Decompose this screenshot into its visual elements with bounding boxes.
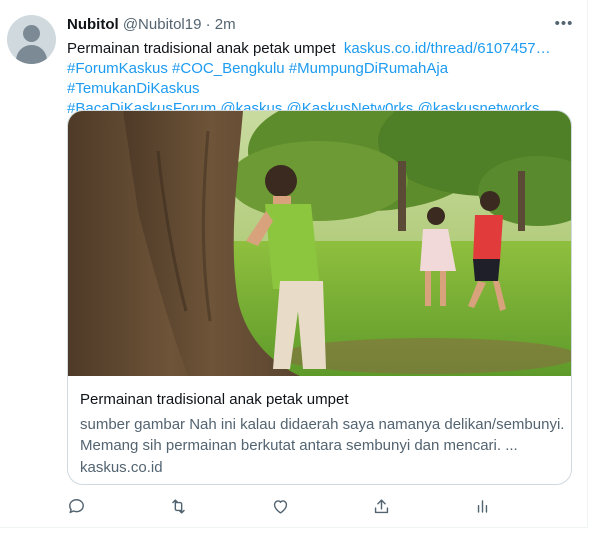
like-button[interactable] (268, 494, 292, 518)
hashtag[interactable]: #MumpungDiRumahAja (289, 60, 448, 77)
avatar[interactable] (7, 15, 56, 64)
like-icon (273, 499, 287, 514)
card-body: Permainan tradisional anak petak umpet s… (80, 390, 565, 478)
tweet-body-text: Permainan tradisional anak petak umpet (67, 40, 336, 57)
card-title: Permainan tradisional anak petak umpet (80, 391, 349, 408)
reply-icon (68, 498, 84, 513)
action-bar (0, 494, 588, 520)
avatar-body (16, 45, 47, 64)
reply-button[interactable] (64, 494, 88, 518)
analytics-icon (477, 499, 487, 513)
more-horizontal-icon[interactable]: ••• (553, 16, 575, 31)
card-description: sumber gambar Nah ini kalau didaerah say… (80, 416, 565, 454)
user-handle[interactable]: @Nubitol19 (123, 16, 202, 33)
hashtag[interactable]: #ForumKaskus (67, 60, 168, 77)
avatar-head (23, 25, 40, 42)
card-domain: kaskus.co.id (80, 459, 163, 476)
hashtag[interactable]: #TemukanDiKaskus (67, 80, 200, 97)
analytics-button[interactable] (470, 494, 494, 518)
link-card[interactable]: Permainan tradisional anak petak umpet s… (67, 110, 572, 485)
share-icon (374, 498, 388, 513)
card-image[interactable] (68, 111, 571, 376)
tweet-text: Permainan tradisional anak petak umpet k… (67, 39, 582, 119)
park-photo (68, 111, 571, 376)
separator-dot: · (205, 16, 211, 33)
tweet-header: Nubitol @Nubitol19 · 2m (67, 16, 236, 33)
retweet-icon (171, 498, 185, 514)
timestamp[interactable]: 2m (215, 16, 236, 33)
hashtag[interactable]: #COC_Bengkulu (172, 60, 285, 77)
tweet-link[interactable]: kaskus.co.id/thread/6107457… (344, 40, 551, 57)
retweet-button[interactable] (166, 494, 190, 518)
share-button[interactable] (369, 494, 393, 518)
tweet[interactable]: Nubitol @Nubitol19 · 2m ••• Permainan tr… (0, 0, 588, 528)
display-name[interactable]: Nubitol (67, 16, 119, 33)
